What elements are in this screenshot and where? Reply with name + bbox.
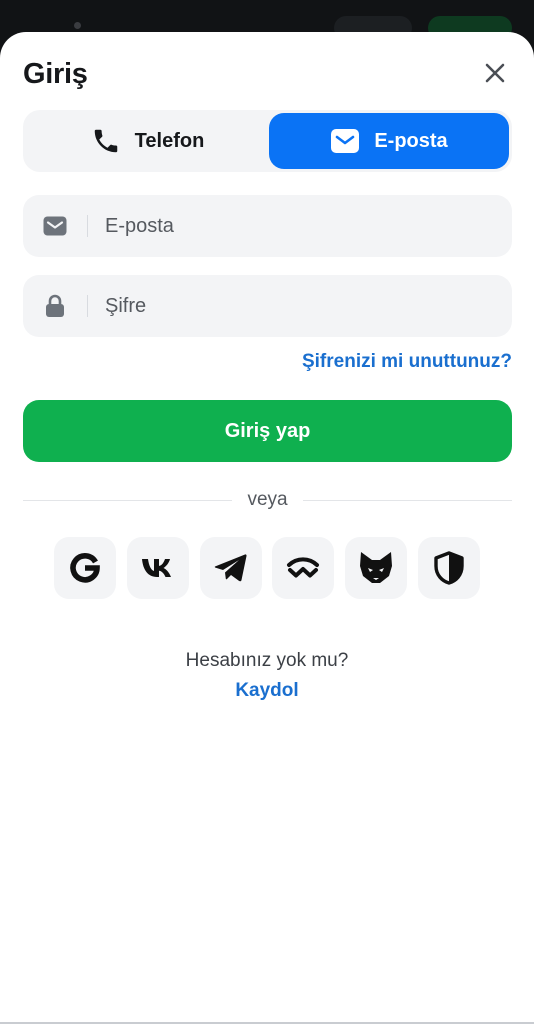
metamask-fox-icon: [360, 552, 392, 583]
close-button[interactable]: [478, 56, 512, 90]
divider-line: [23, 499, 233, 501]
login-button[interactable]: Giriş yap: [23, 400, 512, 462]
divider-line: [302, 499, 513, 501]
signup-link[interactable]: Kaydol: [235, 680, 298, 701]
security-login-button[interactable]: [418, 537, 480, 599]
login-method-tabs: Telefon E-posta: [23, 110, 512, 172]
phone-icon: [94, 129, 117, 153]
camera-dot: [74, 22, 81, 29]
google-login-button[interactable]: [54, 537, 116, 599]
or-label: veya: [247, 489, 288, 510]
password-input[interactable]: [88, 275, 512, 337]
telegram-login-button[interactable]: [200, 537, 262, 599]
google-icon: [70, 553, 100, 583]
login-sheet: Giriş Telefon E-posta E-posta Şifrenizi …: [0, 32, 534, 1024]
close-icon: [485, 63, 505, 83]
walletconnect-icon: [287, 557, 319, 578]
tab-phone-label: Telefon: [134, 129, 205, 152]
vk-login-button[interactable]: [127, 537, 189, 599]
shield-icon: [434, 551, 464, 585]
or-divider: veya: [23, 488, 513, 512]
telegram-icon: [214, 554, 247, 582]
email-input[interactable]: [88, 195, 512, 257]
tab-phone[interactable]: Telefon: [26, 113, 269, 169]
tab-email-label: E-posta: [374, 129, 448, 152]
vk-icon: [142, 559, 171, 577]
tab-email[interactable]: E-posta: [269, 113, 509, 169]
no-account-prompt: Hesabınız yok mu?: [185, 650, 349, 671]
password-field-container: [23, 275, 512, 337]
signup-row: Kaydol: [0, 680, 534, 702]
mail-icon: [331, 129, 360, 153]
social-login-row: [54, 537, 480, 599]
metamask-login-button[interactable]: [345, 537, 407, 599]
lock-icon: [23, 275, 87, 337]
forgot-password-link[interactable]: Şifrenizi mi unuttunuz?: [302, 351, 512, 373]
email-field-container: [23, 195, 512, 257]
page-title: Giriş: [23, 58, 88, 90]
mail-icon: [23, 195, 87, 257]
walletconnect-login-button[interactable]: [272, 537, 334, 599]
